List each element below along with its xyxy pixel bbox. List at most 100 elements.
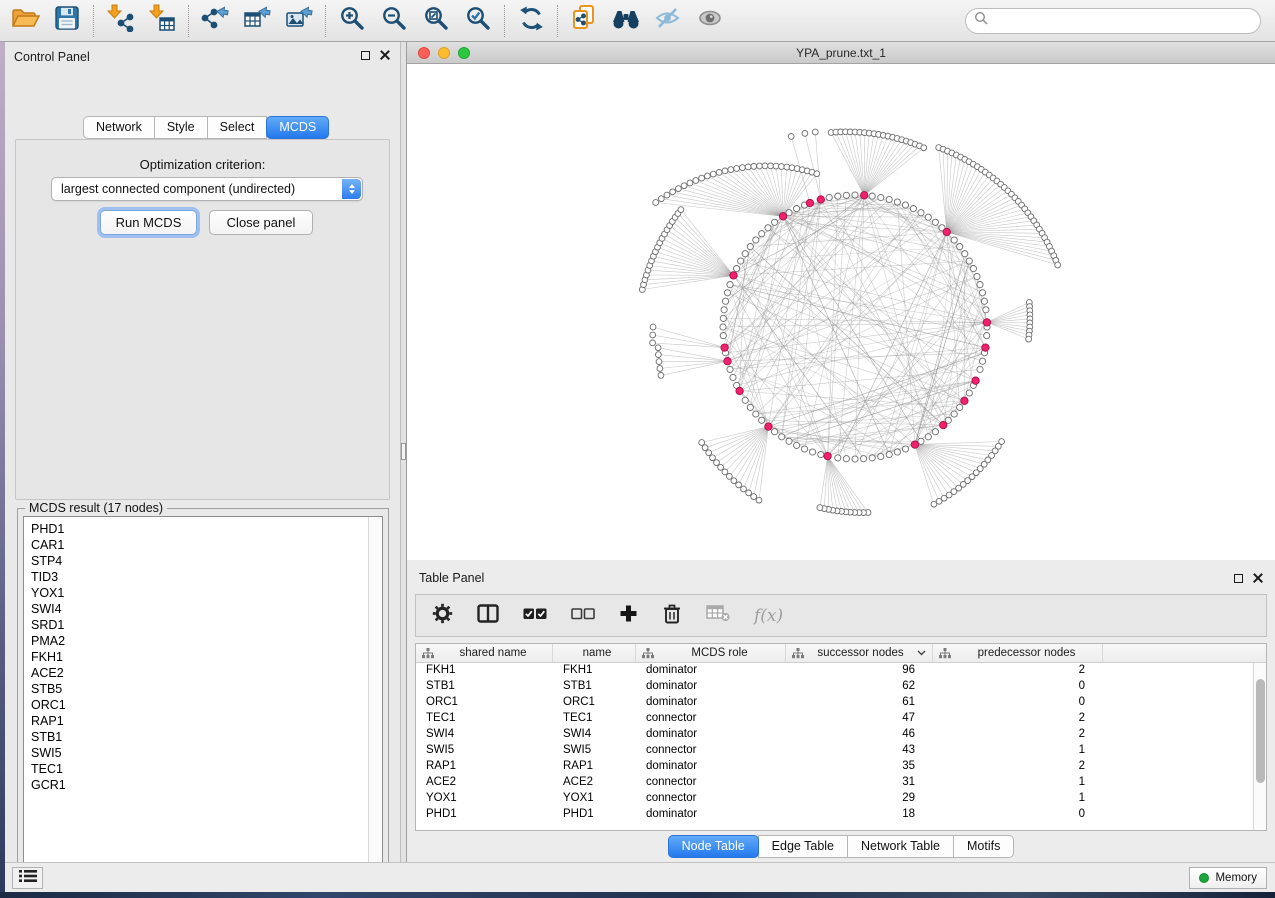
- mcds-result-item[interactable]: CAR1: [31, 537, 382, 553]
- panel-menu-button[interactable]: [12, 867, 43, 889]
- mcds-result-item[interactable]: STP4: [31, 553, 382, 569]
- control-panel-title: Control Panel: [14, 50, 90, 64]
- table-settings-button[interactable]: [432, 603, 453, 629]
- tab-node-table[interactable]: Node Table: [668, 835, 759, 858]
- tab-mcds[interactable]: MCDS: [266, 116, 329, 139]
- table-scrollbar-thumb[interactable]: [1256, 679, 1265, 783]
- mcds-result-item[interactable]: GCR1: [31, 777, 382, 793]
- mcds-result-group: MCDS result (17 nodes) PHD1CAR1STP4TID3Y…: [17, 508, 389, 880]
- cell-successor-nodes: 31: [786, 775, 933, 791]
- cell-MCDS-role: dominator: [636, 759, 786, 775]
- column-header-name[interactable]: name: [553, 644, 636, 662]
- clone-network-button[interactable]: [563, 3, 605, 39]
- memory-button[interactable]: Memory: [1189, 867, 1267, 889]
- refresh-view-button[interactable]: [510, 3, 552, 39]
- tab-network[interactable]: Network: [83, 116, 155, 139]
- table-row[interactable]: FKH1FKH1dominator962: [416, 663, 1266, 679]
- mcds-result-item[interactable]: YOX1: [31, 585, 382, 601]
- mcds-result-item[interactable]: TEC1: [31, 761, 382, 777]
- table-row[interactable]: STB1STB1dominator620: [416, 679, 1266, 695]
- table-row[interactable]: RAP1RAP1dominator352: [416, 759, 1266, 775]
- mcds-result-item[interactable]: TID3: [31, 569, 382, 585]
- mcds-result-item[interactable]: STB1: [31, 729, 382, 745]
- float-panel-icon[interactable]: [361, 51, 370, 60]
- network-graph[interactable]: [407, 64, 1275, 559]
- close-panel-button[interactable]: Close panel: [209, 210, 313, 235]
- mcds-result-item[interactable]: SRD1: [31, 617, 382, 633]
- import-network-icon: [106, 4, 134, 37]
- column-header-predecessor-nodes[interactable]: predecessor nodes: [933, 644, 1103, 662]
- zoom-out-button[interactable]: [373, 3, 415, 39]
- search-network-button[interactable]: [605, 3, 647, 39]
- mcds-result-item[interactable]: STB5: [31, 681, 382, 697]
- cell-MCDS-role: dominator: [636, 663, 786, 679]
- add-column-button[interactable]: [619, 604, 638, 628]
- save-session-button[interactable]: [46, 3, 88, 39]
- mcds-result-item[interactable]: PHD1: [31, 521, 382, 537]
- run-mcds-button[interactable]: Run MCDS: [100, 210, 197, 235]
- toolbar-separator: [557, 5, 558, 37]
- open-session-button[interactable]: [4, 3, 46, 39]
- vertical-splitter[interactable]: [400, 42, 407, 862]
- cell-MCDS-role: connector: [636, 791, 786, 807]
- mcds-result-item[interactable]: RAP1: [31, 713, 382, 729]
- mcds-result-list[interactable]: PHD1CAR1STP4TID3YOX1SWI4SRD1PMA2FKH1ACE2…: [23, 516, 383, 874]
- cell-name: PHD1: [553, 807, 636, 823]
- table-row[interactable]: SWI4SWI4dominator462: [416, 727, 1266, 743]
- network-window-title: YPA_prune.txt_1: [407, 46, 1275, 60]
- column-header-filler: [1103, 644, 1266, 662]
- cell-predecessor-nodes: 1: [933, 775, 1103, 791]
- table-row[interactable]: YOX1YOX1connector291: [416, 791, 1266, 807]
- hide-selected-button[interactable]: [647, 3, 689, 39]
- import-table-icon: [148, 4, 176, 37]
- zoom-selected-button[interactable]: [457, 3, 499, 39]
- zoom-in-button[interactable]: [331, 3, 373, 39]
- mcds-result-item[interactable]: PMA2: [31, 633, 382, 649]
- deselect-all-rows-button[interactable]: [571, 607, 595, 625]
- column-header-MCDS-role[interactable]: MCDS role: [636, 644, 786, 662]
- export-network-button[interactable]: [194, 3, 236, 39]
- mcds-result-item[interactable]: ACE2: [31, 665, 382, 681]
- tab-network-table[interactable]: Network Table: [847, 835, 954, 858]
- table-scrollbar[interactable]: [1253, 663, 1266, 830]
- binoculars-icon: [611, 6, 641, 35]
- export-table-button[interactable]: [236, 3, 278, 39]
- tab-motifs[interactable]: Motifs: [953, 835, 1014, 858]
- close-table-panel-icon[interactable]: [1253, 573, 1263, 583]
- delete-columns-button[interactable]: [662, 603, 682, 629]
- table-row[interactable]: ACE2ACE2connector311: [416, 775, 1266, 791]
- table-row[interactable]: PHD1PHD1dominator180: [416, 807, 1266, 823]
- mcds-result-item[interactable]: SWI4: [31, 601, 382, 617]
- mcds-list-scrollbar[interactable]: [368, 517, 382, 873]
- split-columns-button[interactable]: [477, 604, 499, 628]
- criterion-dropdown[interactable]: largest connected component (undirected): [51, 177, 363, 201]
- float-table-panel-icon[interactable]: [1234, 574, 1243, 583]
- mcds-result-item[interactable]: ORC1: [31, 697, 382, 713]
- select-all-rows-button[interactable]: [523, 607, 547, 625]
- network-window-titlebar[interactable]: YPA_prune.txt_1: [407, 42, 1275, 64]
- cell-successor-nodes: 35: [786, 759, 933, 775]
- mcds-result-item[interactable]: FKH1: [31, 649, 382, 665]
- tab-select[interactable]: Select: [207, 116, 268, 139]
- splitter-grip[interactable]: [401, 443, 406, 460]
- column-header-successor-nodes[interactable]: successor nodes: [786, 644, 933, 662]
- search-input[interactable]: [989, 11, 1252, 31]
- column-header-shared-name[interactable]: shared name: [416, 644, 553, 662]
- network-canvas[interactable]: [407, 64, 1275, 559]
- search-box[interactable]: [965, 8, 1261, 34]
- table-row[interactable]: TEC1TEC1connector472: [416, 711, 1266, 727]
- save-icon: [54, 5, 80, 36]
- show-all-button[interactable]: [689, 3, 731, 39]
- table-row[interactable]: SWI5SWI5connector431: [416, 743, 1266, 759]
- tab-style[interactable]: Style: [154, 116, 208, 139]
- import-table-button[interactable]: [141, 3, 183, 39]
- close-panel-icon[interactable]: [380, 50, 390, 60]
- import-network-button[interactable]: [99, 3, 141, 39]
- table-row[interactable]: ORC1ORC1dominator610: [416, 695, 1266, 711]
- export-table-icon: [243, 4, 271, 37]
- tab-edge-table[interactable]: Edge Table: [758, 835, 848, 858]
- export-image-button[interactable]: [278, 3, 320, 39]
- mcds-result-item[interactable]: SWI5: [31, 745, 382, 761]
- zoom-fit-button[interactable]: [415, 3, 457, 39]
- cell-shared-name: FKH1: [416, 663, 553, 679]
